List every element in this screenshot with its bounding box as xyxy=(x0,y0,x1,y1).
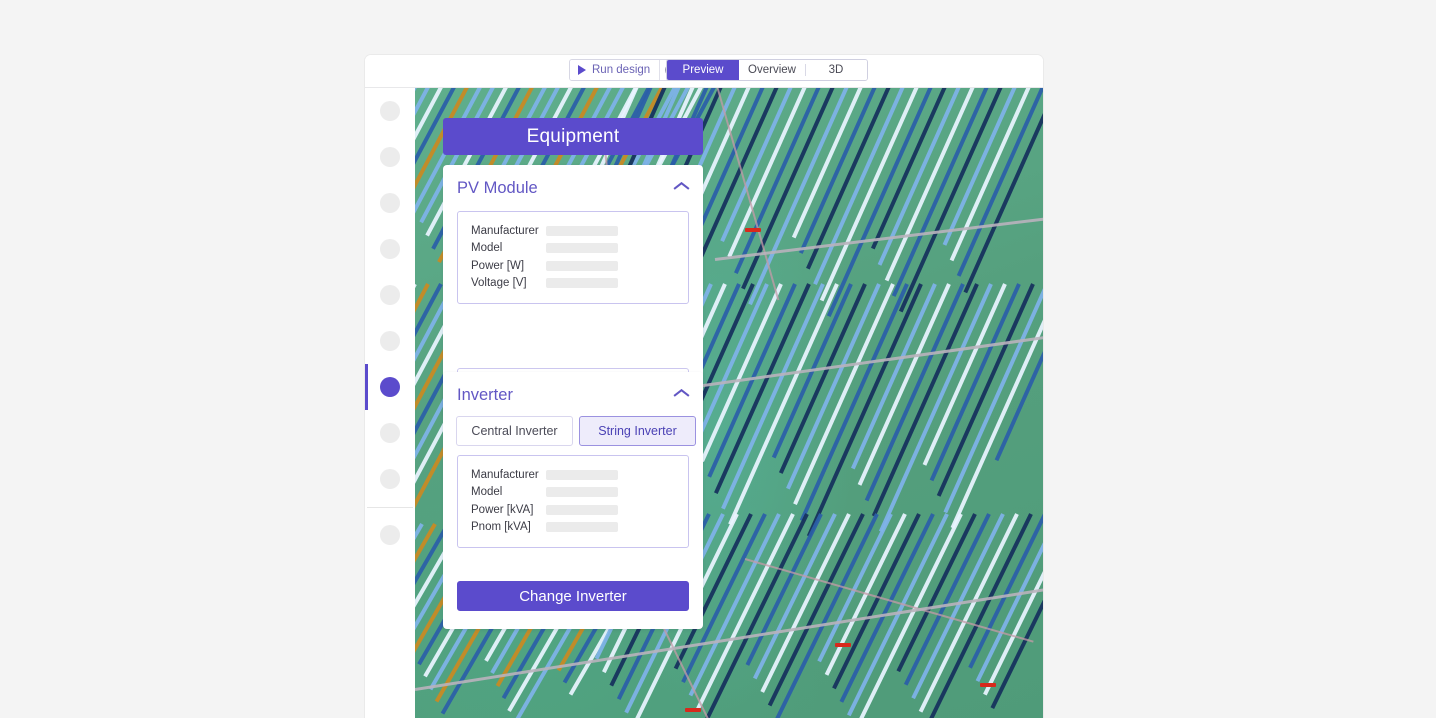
pv-module-row xyxy=(799,283,909,522)
step-dot-icon xyxy=(380,193,400,213)
spec-value-placeholder xyxy=(546,487,618,498)
chevron-up-icon[interactable] xyxy=(674,391,689,400)
pv-module-row xyxy=(963,88,1043,293)
equipment-marker xyxy=(745,228,761,232)
workflow-step-sidebar xyxy=(365,88,415,718)
spec-value-placeholder xyxy=(546,522,618,533)
step-dot-icon xyxy=(380,147,400,167)
step-dot-icon xyxy=(380,423,400,443)
spec-label: Model xyxy=(471,486,503,499)
pv-module-row xyxy=(936,283,1035,498)
equipment-title: Equipment xyxy=(526,125,620,147)
pv-module-row xyxy=(785,283,881,490)
change-inverter-button[interactable]: Change Inverter xyxy=(457,581,689,611)
equipment-panel-header: Equipment xyxy=(443,118,703,155)
spec-label: Power [kVA] xyxy=(471,503,534,516)
pv-module-card-header[interactable]: PV Module xyxy=(443,165,703,211)
spec-label: Model xyxy=(471,242,503,255)
run-design-label: Run design xyxy=(592,64,651,76)
spec-row: Model xyxy=(458,484,688,502)
step-dot-icon xyxy=(380,469,400,489)
spec-row: Voltage [V] xyxy=(458,275,688,293)
spec-value-placeholder xyxy=(546,243,618,254)
sidebar-step-6[interactable] xyxy=(365,318,415,364)
inverter-type-toggle: Central Inverter String Inverter xyxy=(456,416,696,446)
top-toolbar: Run design i Preview Overview 3D xyxy=(365,55,1043,88)
spec-value-placeholder xyxy=(546,504,618,515)
spec-row: Power [W] xyxy=(458,257,688,275)
run-design-button[interactable]: Run design xyxy=(570,60,660,80)
spec-row: Power [kVA] xyxy=(458,501,688,519)
sidebar-step-4[interactable] xyxy=(365,226,415,272)
tab-3d[interactable]: 3D xyxy=(805,60,867,80)
application-window: Run design i Preview Overview 3D Equipme… xyxy=(365,55,1043,718)
toggle-central-inverter[interactable]: Central Inverter xyxy=(456,416,573,446)
tab-overview[interactable]: Overview xyxy=(739,60,805,80)
step-dot-icon xyxy=(380,377,400,397)
tab-preview[interactable]: Preview xyxy=(667,60,739,80)
spec-value-placeholder xyxy=(546,225,618,236)
sidebar-step-2[interactable] xyxy=(365,134,415,180)
step-dot-icon xyxy=(380,331,400,351)
step-dot-icon xyxy=(380,101,400,121)
equipment-marker xyxy=(980,683,996,687)
spec-row: Manufacturer xyxy=(458,466,688,484)
spec-row: Pnom [kVA] xyxy=(458,519,688,537)
inverter-spec-box-wrap: Manufacturer Model Power [kVA] Pnom [kVA… xyxy=(443,455,703,548)
spec-label: Power [W] xyxy=(471,259,525,272)
spec-value-placeholder xyxy=(546,469,618,480)
equipment-marker xyxy=(835,643,851,647)
inverter-title: Inverter xyxy=(457,385,513,404)
spec-label: Pnom [kVA] xyxy=(471,521,531,534)
sidebar-step-7[interactable] xyxy=(365,364,415,410)
step-dot-icon xyxy=(380,525,400,545)
spec-value-placeholder xyxy=(546,278,618,289)
sidebar-step-5[interactable] xyxy=(365,272,415,318)
sidebar-divider xyxy=(367,507,413,508)
sidebar-step-1[interactable] xyxy=(365,88,415,134)
sidebar-step-8[interactable] xyxy=(365,410,415,456)
step-dot-icon xyxy=(380,239,400,259)
play-icon xyxy=(578,65,586,75)
spec-label: Manufacturer xyxy=(471,224,539,237)
spec-row: Manufacturer xyxy=(458,222,688,240)
pv-module-spec-box: Manufacturer Model Power [W] Voltage [V] xyxy=(457,211,689,304)
pv-module-row xyxy=(871,283,979,518)
step-dot-icon xyxy=(380,285,400,305)
equipment-marker xyxy=(685,708,701,712)
toggle-string-inverter[interactable]: String Inverter xyxy=(579,416,696,446)
chevron-up-icon[interactable] xyxy=(674,184,689,193)
spec-value-placeholder xyxy=(546,260,618,271)
spec-label: Voltage [V] xyxy=(471,277,527,290)
inverter-card-header[interactable]: Inverter xyxy=(443,372,703,418)
inverter-spec-box: Manufacturer Model Power [kVA] Pnom [kVA… xyxy=(457,455,689,548)
inverter-card: Inverter Central Inverter String Inverte… xyxy=(443,372,703,629)
sidebar-step-10[interactable] xyxy=(365,512,415,558)
spec-row: Model xyxy=(458,240,688,258)
spec-label: Manufacturer xyxy=(471,468,539,481)
view-mode-tabs: Preview Overview 3D xyxy=(666,59,868,81)
pv-module-title: PV Module xyxy=(457,178,538,197)
sidebar-step-3[interactable] xyxy=(365,180,415,226)
sidebar-step-9[interactable] xyxy=(365,456,415,502)
